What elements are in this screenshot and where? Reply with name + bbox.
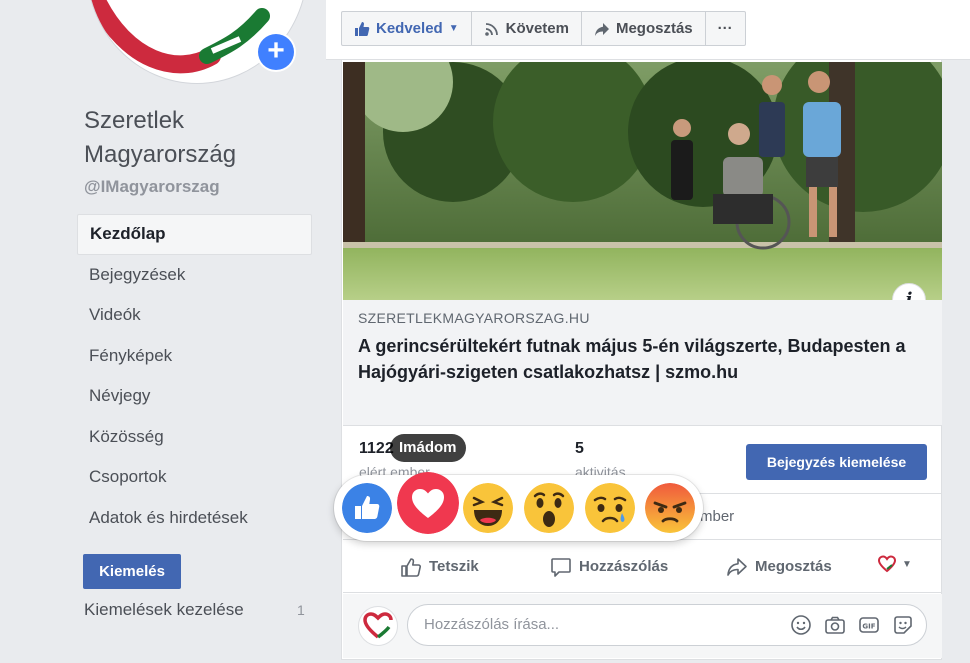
like-button[interactable]: Tetszik [400,540,479,593]
page-action-buttons: Kedveled ▼ Követem Megosztás ··· [341,11,746,46]
comment-composer: Hozzászólás írása... GIF [343,594,942,658]
park-photo-icon [343,62,942,300]
comment-tools: GIF [790,614,914,636]
share-arrow-icon [727,557,747,576]
link-domain: SZERETLEKMAGYARORSZAG.HU [358,310,590,326]
thumbs-up-icon [355,21,370,36]
like-label: Tetszik [429,558,479,575]
thumbs-up-icon [401,557,422,577]
svg-text:GIF: GIF [862,623,875,631]
caret-down-icon: ▼ [448,23,459,34]
camera-icon[interactable] [824,614,846,636]
comment-placeholder: Hozzászólás írása... [424,616,560,633]
comment-bubble-icon [551,557,571,577]
link-title[interactable]: A gerincsérültekért futnak május 5-én vi… [358,333,933,385]
manage-promotions-count: 1 [297,602,305,618]
engagement-count: 5 [575,440,584,457]
plus-icon: + [258,34,294,70]
post-as-selector[interactable]: ▼ [878,555,912,573]
share-button[interactable]: Megosztás [726,540,832,593]
reaction-picker [334,472,703,541]
comment-button[interactable]: Hozzászólás [550,540,668,593]
wow-reaction-icon[interactable] [524,483,574,533]
like-page-label: Kedveled [376,20,443,37]
share-label: Megosztás [755,558,832,575]
post-action-bar: Tetszik Hozzászólás Megosztás ▼ [343,540,942,593]
page-handle[interactable]: @IMagyarorszag [84,177,220,197]
rss-icon [484,22,498,36]
follow-button[interactable]: Követem [470,11,582,46]
gif-icon[interactable]: GIF [858,614,880,636]
post-card: i SZERETLEKMAGYARORSZAG.HU A gerincsérül… [341,60,942,660]
commenter-avatar[interactable] [358,606,398,646]
page-heart-icon [878,555,896,573]
heart-logo-icon [363,612,393,639]
page-action-bar: Kedveled ▼ Követem Megosztás ··· [326,0,970,60]
sidebar-item-home[interactable]: Kezdőlap [77,214,312,255]
boost-post-button[interactable]: Bejegyzés kiemelése [746,444,927,480]
more-dots-icon: ··· [717,20,733,37]
haha-reaction-icon[interactable] [463,483,513,533]
sidebar-item-groups[interactable]: Csoportok [77,457,312,498]
left-sidebar: + Szeretlek Magyarország @IMagyarorszag … [0,0,326,663]
sticker-icon[interactable] [892,614,914,636]
angry-reaction-icon[interactable] [645,483,695,533]
share-arrow-icon [594,22,609,36]
caret-down-icon: ▼ [902,558,912,570]
sidebar-item-insights[interactable]: Adatok és hirdetések [77,498,312,539]
link-preview[interactable]: SZERETLEKMAGYARORSZAG.HU A gerincsérülte… [343,300,942,426]
reactions-summary-text: mber [700,508,735,525]
page-name[interactable]: Szeretlek Magyarország [84,104,314,172]
link-preview-image[interactable] [343,62,942,300]
sidebar-item-community[interactable]: Közösség [77,417,312,458]
follow-label: Követem [505,20,569,37]
love-reaction-icon[interactable] [397,472,459,534]
sidebar-item-photos[interactable]: Fényképek [77,336,312,377]
comment-label: Hozzászólás [579,558,669,575]
sidebar-item-posts[interactable]: Bejegyzések [77,255,312,296]
share-page-button[interactable]: Megosztás [580,11,706,46]
sidebar-item-videos[interactable]: Videók [77,295,312,336]
add-photo-button[interactable]: + [256,32,296,72]
like-reaction-icon[interactable] [342,483,392,533]
promote-button[interactable]: Kiemelés [83,554,181,589]
sidebar-item-about[interactable]: Névjegy [77,376,312,417]
emoji-icon[interactable] [790,614,812,636]
reaction-tooltip: Imádom [390,434,466,462]
manage-promotions-link[interactable]: Kiemelések kezelése [84,600,244,620]
share-page-label: Megosztás [615,20,693,37]
sidebar-nav: Kezdőlap Bejegyzések Videók Fényképek Né… [77,214,312,538]
sad-reaction-icon[interactable] [585,483,635,533]
reached-count: 1122 [359,440,394,457]
like-page-button[interactable]: Kedveled ▼ [341,11,472,46]
more-options-button[interactable]: ··· [704,11,746,46]
